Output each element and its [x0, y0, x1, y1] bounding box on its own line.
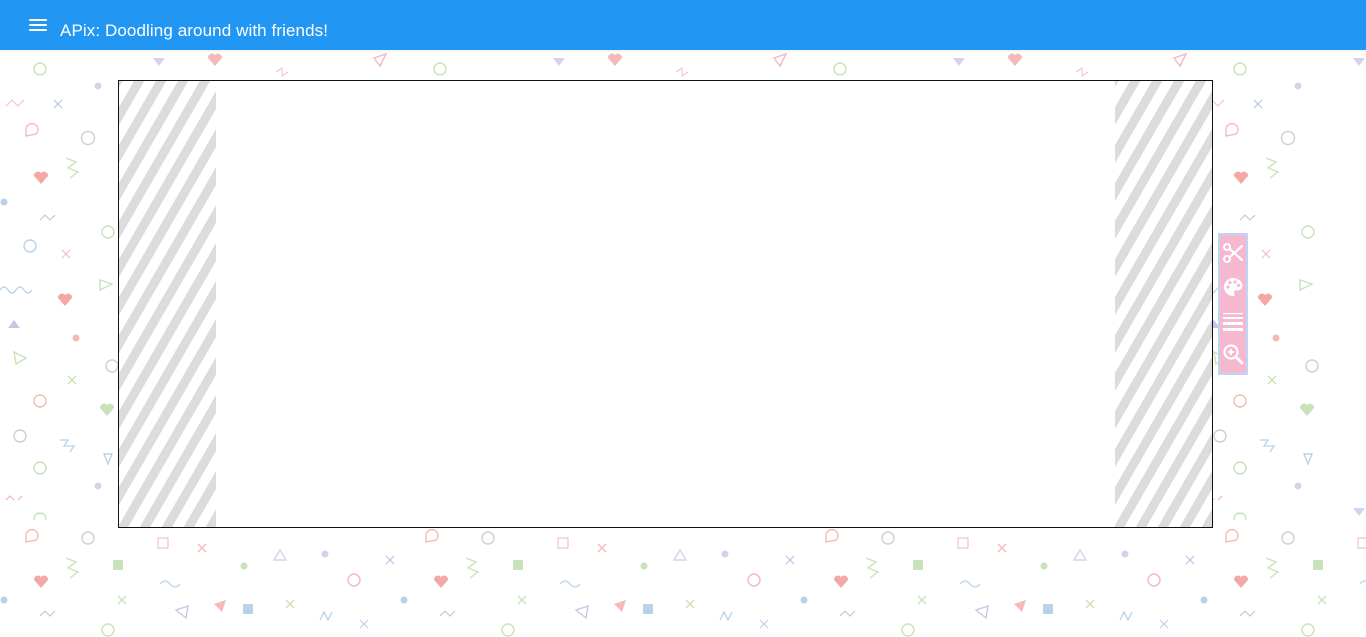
zoom-in-icon[interactable] — [1221, 342, 1245, 366]
drawing-canvas[interactable] — [216, 81, 1115, 527]
hamburger-menu-icon[interactable] — [26, 14, 50, 38]
canvas-left-margin — [119, 81, 216, 527]
scissors-icon[interactable] — [1221, 241, 1245, 265]
palette-icon[interactable] — [1221, 275, 1245, 299]
app-bar: APix: Doodling around with friends! — [0, 0, 1366, 50]
app-title: APix: Doodling around with friends! — [60, 21, 329, 40]
line-width-icon[interactable] — [1221, 309, 1245, 333]
canvas-right-margin — [1115, 81, 1212, 527]
app-root: APix: Doodling around with friends! — [0, 0, 1366, 637]
tool-palette — [1218, 233, 1248, 375]
drawing-canvas-frame — [118, 80, 1213, 528]
